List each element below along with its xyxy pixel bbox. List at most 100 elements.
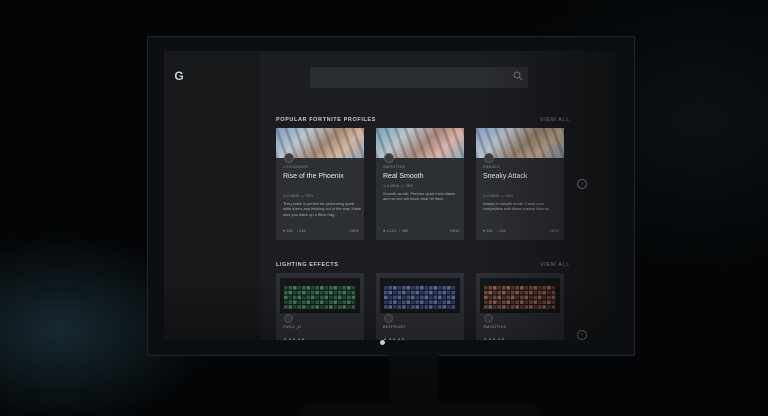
lighting-card[interactable]: BIGFROST ▲ ▲▲ ▲▲ <box>376 273 464 340</box>
keyboard-key <box>442 286 447 290</box>
keyboard-key <box>506 305 511 309</box>
next-arrow-icon[interactable]: › <box>577 330 587 340</box>
keyboard-key <box>315 305 320 309</box>
keyboard-key <box>533 286 538 290</box>
keyboard-key <box>497 290 502 295</box>
keyboard-key <box>315 286 320 290</box>
search-bar[interactable] <box>310 67 528 88</box>
keyboard-key <box>497 295 502 300</box>
keyboard-key <box>302 290 306 295</box>
keyboard-key <box>306 290 311 295</box>
keyboard-key <box>415 286 420 290</box>
keyboard-key <box>284 295 288 300</box>
card-stats: ▲ ▲▲ ▲▲ <box>283 336 306 340</box>
keyboard-key <box>306 300 311 304</box>
view-button[interactable]: VIEW <box>549 229 559 233</box>
download-icon[interactable]: ↓ <box>296 229 298 233</box>
keyboard-key <box>284 290 288 295</box>
keyboard-key <box>411 286 415 290</box>
keyboard-key <box>524 286 529 290</box>
keyboard-key <box>551 300 556 304</box>
keyboard-key <box>297 286 302 290</box>
card-stats: ▲ ▲▲ ▲▲ <box>383 336 406 340</box>
card-footer: ♥ 18K ↓ 248 VIEW <box>483 229 559 233</box>
keyboard-key <box>338 286 342 290</box>
view-button[interactable]: VIEW <box>349 229 359 233</box>
heart-icon[interactable]: ♥ <box>483 229 485 233</box>
keyboard-key <box>302 295 306 300</box>
keyboard-key <box>293 290 297 295</box>
keyboard-key <box>433 305 438 309</box>
keyboard-image <box>480 278 560 313</box>
keyboard-key <box>397 286 402 290</box>
section-title-lighting: LIGHTING EFFECTS <box>276 262 339 268</box>
card-author: BIGFROST <box>383 324 406 329</box>
likes-count: 18K <box>286 229 294 233</box>
keyboard-key <box>397 290 402 295</box>
profile-card[interactable]: LOGIGAMER Rise of the Phoenix ◷ 0 MINS ▭… <box>276 128 364 240</box>
view-all-profiles-link[interactable]: VIEW ALL <box>540 117 570 123</box>
downloads-count: 248 <box>299 229 306 233</box>
keyboard-key <box>411 305 415 309</box>
keyboard-key <box>542 300 547 304</box>
keyboard-key <box>533 300 538 304</box>
keyboard-key <box>333 290 338 295</box>
card-author: LOGIGAMER <box>283 165 309 169</box>
download-icon[interactable]: ↓ <box>399 229 401 233</box>
keyboard-key <box>538 290 542 295</box>
keyboard-key <box>424 295 429 300</box>
keyboard-key <box>533 290 538 295</box>
power-led <box>380 340 385 345</box>
keyboard-key <box>511 300 515 304</box>
logitech-g-icon[interactable]: G <box>172 69 186 83</box>
keyboard-key <box>547 286 551 290</box>
keyboard-key <box>551 295 556 300</box>
keyboard-key <box>515 300 520 304</box>
keyboard-key <box>420 290 424 295</box>
keyboard-key <box>438 305 442 309</box>
next-arrow-icon[interactable]: › <box>577 179 587 189</box>
card-footer: ♥ 18K ↓ 248 VIEW <box>283 229 359 233</box>
keyboard-key <box>293 305 297 309</box>
keyboard-key <box>520 295 524 300</box>
keyboard-key <box>497 286 502 290</box>
view-all-lighting-link[interactable]: VIEW ALL <box>540 262 570 268</box>
keyboard-key <box>347 286 351 290</box>
keyboard-key <box>533 295 538 300</box>
keyboard-key <box>515 295 520 300</box>
keyboard-key <box>338 295 342 300</box>
keyboard-key <box>297 295 302 300</box>
keyboard-key <box>411 295 415 300</box>
profile-card[interactable]: SNEAKY Sneaky Attack ◷ 0 MINS ▭ SEN Alwa… <box>476 128 564 240</box>
avatar <box>384 314 393 323</box>
lighting-card[interactable]: VVILL_U ▲ ▲▲ ▲▲ <box>276 273 364 340</box>
keyboard-key <box>288 300 293 304</box>
keyboard-key <box>320 286 324 290</box>
keyboard-key <box>302 286 306 290</box>
downloads-count: 248 <box>499 229 506 233</box>
lighting-card[interactable]: SMOOTHIE ▲ ▲▲ ▲▲ <box>476 273 564 340</box>
keyboard-key <box>288 295 293 300</box>
keyboard-key <box>406 290 411 295</box>
heart-icon[interactable]: ♥ <box>383 229 385 233</box>
card-meta: ◷ 0 MINS ▭ SEN <box>283 194 313 198</box>
heart-icon[interactable]: ♥ <box>283 229 285 233</box>
keyboard-key <box>288 305 293 309</box>
keyboard-key <box>302 305 306 309</box>
keyboard-key <box>342 305 347 309</box>
card-title: Real Smooth <box>383 173 424 180</box>
keyboard-key <box>551 286 556 290</box>
search-icon[interactable] <box>513 71 523 81</box>
keyboard-key <box>284 300 288 304</box>
keyboard-key <box>311 290 315 295</box>
keyboard-key <box>293 295 297 300</box>
keyboard-key <box>393 290 397 295</box>
keyboard-key <box>293 300 297 304</box>
keyboard-key <box>488 295 493 300</box>
keyboard-key <box>506 290 511 295</box>
view-button[interactable]: VIEW <box>449 229 459 233</box>
keyboard-key <box>329 286 333 290</box>
download-icon[interactable]: ↓ <box>496 229 498 233</box>
profile-card[interactable]: SMOOTHIE Real Smooth ◷ 0 MINS ▭ SEN Smoo… <box>376 128 464 240</box>
keyboard-key <box>493 290 497 295</box>
